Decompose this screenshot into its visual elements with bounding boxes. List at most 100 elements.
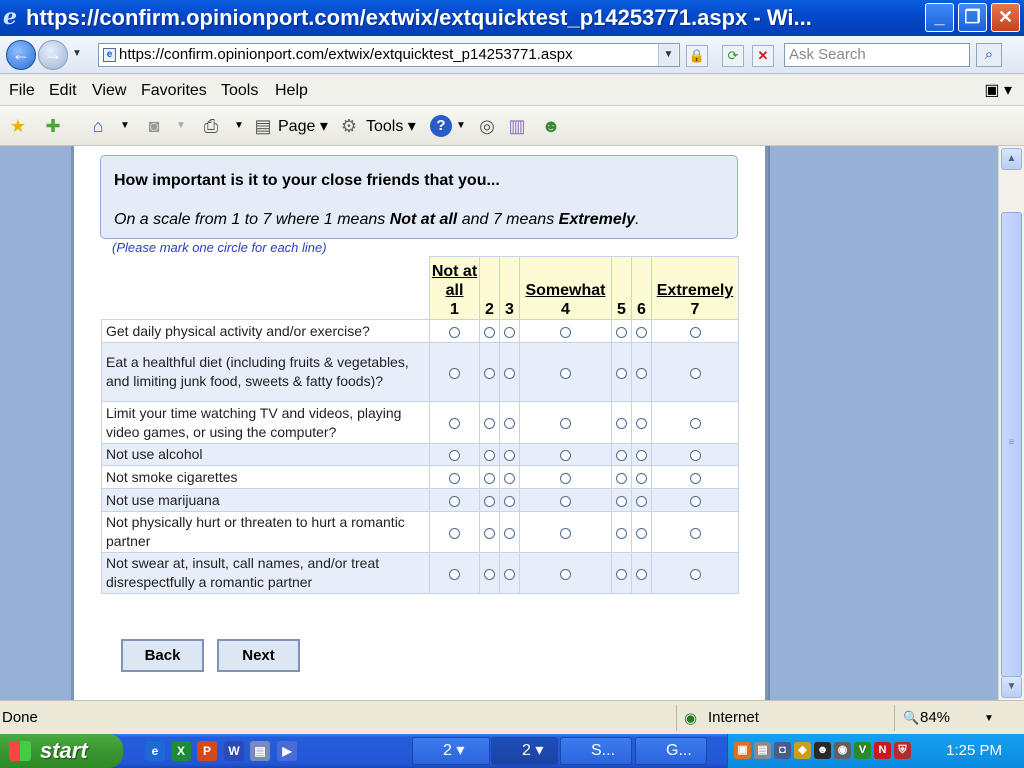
scroll-thumb[interactable]: ≡ bbox=[1001, 212, 1022, 677]
rating-radio[interactable] bbox=[689, 367, 701, 379]
rating-radio[interactable] bbox=[636, 326, 647, 338]
back-arrow-icon[interactable]: ← bbox=[6, 40, 36, 70]
next-button[interactable]: Next bbox=[217, 639, 300, 672]
rating-radio[interactable] bbox=[449, 326, 460, 338]
rating-radio[interactable] bbox=[449, 450, 460, 462]
menu-tools[interactable]: Tools bbox=[221, 82, 258, 100]
scroll-up-icon[interactable]: ▲ bbox=[1001, 148, 1022, 170]
tray-icon-1[interactable]: ▣ bbox=[734, 742, 751, 759]
rating-radio[interactable] bbox=[484, 326, 495, 338]
rating-radio[interactable] bbox=[504, 418, 515, 430]
rating-radio[interactable] bbox=[616, 472, 627, 484]
address-input[interactable]: e https://confirm.opinionport.com/extwix… bbox=[98, 43, 680, 67]
minimize-button[interactable]: _ bbox=[925, 3, 954, 32]
rating-radio[interactable] bbox=[449, 495, 460, 507]
rating-radio[interactable] bbox=[616, 450, 627, 462]
rating-radio[interactable] bbox=[636, 418, 647, 430]
menu-view[interactable]: View bbox=[92, 82, 126, 100]
toolbar-options-icon[interactable]: ▣ ▾ bbox=[984, 80, 1012, 100]
rating-radio[interactable] bbox=[560, 367, 571, 379]
rating-radio[interactable] bbox=[636, 495, 647, 507]
rating-radio[interactable] bbox=[484, 367, 495, 379]
rating-radio[interactable] bbox=[449, 527, 460, 539]
stop-icon[interactable]: ✕ bbox=[752, 45, 774, 67]
rating-radio[interactable] bbox=[636, 527, 647, 539]
tray-vc-icon[interactable]: V bbox=[854, 742, 871, 759]
rating-radio[interactable] bbox=[616, 367, 627, 379]
rating-radio[interactable] bbox=[616, 326, 627, 338]
rating-radio[interactable] bbox=[449, 568, 460, 580]
rating-radio[interactable] bbox=[636, 367, 647, 379]
search-input[interactable]: Ask Search bbox=[784, 43, 970, 67]
favorites-star-icon[interactable]: ★ bbox=[7, 115, 29, 137]
rating-radio[interactable] bbox=[636, 568, 647, 580]
rating-radio[interactable] bbox=[504, 568, 515, 580]
rating-radio[interactable] bbox=[504, 450, 515, 462]
zoom-level[interactable]: 84% bbox=[920, 709, 950, 726]
home-dropdown-icon[interactable]: ▼ bbox=[120, 120, 130, 131]
search-icon[interactable]: ⌕ bbox=[976, 43, 1002, 67]
print-dropdown-icon[interactable]: ▼ bbox=[234, 120, 244, 131]
rating-radio[interactable] bbox=[484, 450, 495, 462]
rating-radio[interactable] bbox=[689, 450, 701, 462]
menu-favorites[interactable]: Favorites bbox=[141, 82, 207, 100]
powerpoint-quicklaunch-icon[interactable]: P bbox=[197, 741, 217, 761]
tray-user-icon[interactable]: ☻ bbox=[814, 742, 831, 759]
menu-help[interactable]: Help bbox=[275, 82, 308, 100]
messenger-icon[interactable]: ☻ bbox=[540, 115, 562, 137]
rating-radio[interactable] bbox=[449, 472, 460, 484]
history-dropdown-icon[interactable]: ▼ bbox=[72, 48, 82, 59]
menu-edit[interactable]: Edit bbox=[49, 82, 77, 100]
page-menu-button[interactable]: Page ▾ bbox=[278, 116, 328, 136]
tray-antivirus-icon[interactable]: ⛨ bbox=[894, 742, 911, 759]
scroll-down-icon[interactable]: ▼ bbox=[1001, 676, 1022, 698]
tray-icon-6[interactable]: ◉ bbox=[834, 742, 851, 759]
taskbar-group-ie[interactable]: 2 ▾ bbox=[491, 737, 558, 765]
rating-radio[interactable] bbox=[636, 472, 647, 484]
rating-radio[interactable] bbox=[449, 367, 460, 379]
help-icon[interactable]: ? bbox=[430, 115, 452, 137]
address-dropdown-icon[interactable]: ▼ bbox=[658, 44, 678, 66]
rating-radio[interactable] bbox=[484, 568, 495, 580]
media-quicklaunch-icon[interactable]: ▶ bbox=[277, 741, 297, 761]
feed-dropdown-icon[interactable]: ▼ bbox=[176, 120, 186, 131]
rating-radio[interactable] bbox=[689, 326, 701, 338]
rating-radio[interactable] bbox=[616, 527, 627, 539]
refresh-icon[interactable]: ⟳ bbox=[722, 45, 744, 67]
taskbar-task-g[interactable]: G... bbox=[635, 737, 707, 765]
rating-radio[interactable] bbox=[689, 568, 701, 580]
close-button[interactable]: ✕ bbox=[991, 3, 1020, 32]
rating-radio[interactable] bbox=[484, 527, 495, 539]
rating-radio[interactable] bbox=[560, 495, 571, 507]
rating-radio[interactable] bbox=[560, 326, 571, 338]
rating-radio[interactable] bbox=[689, 418, 701, 430]
lock-icon[interactable]: 🔒 bbox=[686, 45, 708, 67]
rating-radio[interactable] bbox=[560, 527, 571, 539]
ie-quicklaunch-icon[interactable]: e bbox=[145, 741, 165, 761]
maximize-button[interactable]: ❐ bbox=[958, 3, 987, 32]
taskbar-task-s[interactable]: S... bbox=[560, 737, 632, 765]
tray-shield-icon[interactable]: ◈ bbox=[794, 742, 811, 759]
add-favorites-icon[interactable]: ✚ bbox=[42, 115, 64, 137]
rating-radio[interactable] bbox=[504, 472, 515, 484]
start-button[interactable]: start bbox=[0, 734, 123, 768]
menu-file[interactable]: File bbox=[9, 82, 35, 100]
forward-arrow-icon[interactable]: → bbox=[38, 40, 68, 70]
zoom-dropdown-icon[interactable]: ▼ bbox=[984, 713, 994, 724]
excel-quicklaunch-icon[interactable]: X bbox=[171, 741, 191, 761]
print-icon[interactable]: ⎙ bbox=[200, 115, 222, 137]
vertical-scrollbar[interactable]: ▲ ≡ ▼ bbox=[998, 146, 1024, 700]
rating-radio[interactable] bbox=[560, 568, 571, 580]
rating-radio[interactable] bbox=[616, 568, 627, 580]
rating-radio[interactable] bbox=[560, 472, 571, 484]
help-dropdown-icon[interactable]: ▼ bbox=[456, 120, 466, 131]
rating-radio[interactable] bbox=[504, 495, 515, 507]
rating-radio[interactable] bbox=[689, 472, 701, 484]
research-icon[interactable]: ◎ bbox=[476, 115, 498, 137]
tray-n-icon[interactable]: N bbox=[874, 742, 891, 759]
tray-icon-2[interactable]: ▤ bbox=[754, 742, 771, 759]
tools-menu-button[interactable]: Tools ▾ bbox=[366, 116, 416, 136]
explorer-quicklaunch-icon[interactable]: ▤ bbox=[250, 741, 270, 761]
rating-radio[interactable] bbox=[616, 495, 627, 507]
rating-radio[interactable] bbox=[449, 418, 460, 430]
